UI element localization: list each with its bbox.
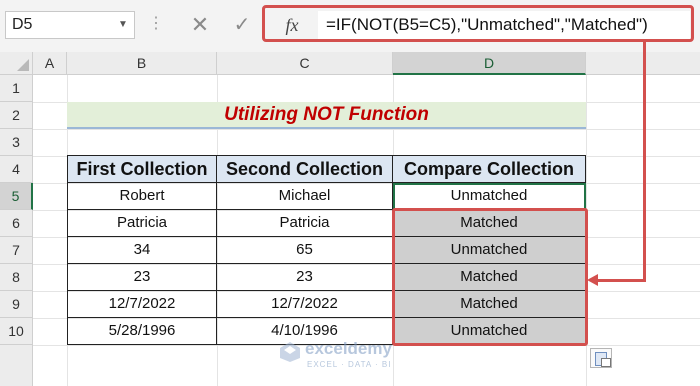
table-cell[interactable]: Robert	[67, 183, 217, 210]
table-cell[interactable]: Patricia	[67, 210, 217, 237]
table-cell[interactable]: 12/7/2022	[217, 291, 393, 318]
sheet-title[interactable]: Utilizing NOT Function	[67, 102, 586, 129]
table-cell[interactable]: Matched	[393, 291, 586, 318]
column-header-c[interactable]: C	[217, 52, 393, 75]
chevron-down-icon[interactable]: ▼	[116, 11, 130, 39]
row-header-1[interactable]: 1	[0, 75, 33, 102]
cancel-icon[interactable]: ✕	[180, 11, 220, 39]
row-header-10[interactable]: 10	[0, 318, 33, 345]
table-cell[interactable]: 65	[217, 237, 393, 264]
column-header-a[interactable]: A	[33, 52, 67, 75]
table-cell[interactable]: Unmatched	[393, 237, 586, 264]
selected-cell-d5[interactable]: Unmatched	[393, 183, 586, 210]
callout-connector	[597, 279, 646, 282]
table-cell[interactable]: 5/28/1996	[67, 318, 217, 345]
watermark-name: exceldemy	[305, 339, 392, 358]
watermark-logo-icon	[280, 342, 300, 362]
gridline	[586, 75, 587, 386]
callout-arrow-icon	[587, 274, 598, 286]
formula-bar-grip-icon: ⋮	[148, 15, 164, 32]
table-cell[interactable]: 23	[67, 264, 217, 291]
select-all-icon[interactable]	[0, 52, 33, 75]
row-header-4[interactable]: 4	[0, 156, 33, 183]
formula-bar-area: D5 ▼ ⋮ ✕ ✓ fx =IF(NOT(B5=C5),"Unmatched"…	[0, 0, 700, 53]
worksheet-grid: A B C D 1 2 3 4 5 6 7 8 9 10 Utilizing N…	[0, 52, 700, 386]
table-cell[interactable]: Patricia	[217, 210, 393, 237]
enter-icon[interactable]: ✓	[222, 11, 262, 39]
row-header-7[interactable]: 7	[0, 237, 33, 264]
row-header-2[interactable]: 2	[0, 102, 33, 129]
row-header-11[interactable]	[0, 345, 33, 386]
table-cell[interactable]: Michael	[217, 183, 393, 210]
paste-options-icon[interactable]	[590, 348, 612, 368]
callout-connector	[643, 42, 646, 282]
row-header-8[interactable]: 8	[0, 264, 33, 291]
row-header-6[interactable]: 6	[0, 210, 33, 237]
formula-highlight-box	[262, 5, 694, 42]
table-header-second-collection[interactable]: Second Collection	[217, 155, 393, 183]
row-header-5[interactable]: 5	[0, 183, 33, 210]
watermark: exceldemy EXCEL · DATA · BI	[279, 339, 429, 379]
table-header-compare-collection[interactable]: Compare Collection	[393, 155, 586, 183]
table-cell[interactable]: 12/7/2022	[67, 291, 217, 318]
table-cell[interactable]: Matched	[393, 264, 586, 291]
gridline	[33, 129, 700, 130]
table-cell[interactable]: 34	[67, 237, 217, 264]
table-cell[interactable]: Matched	[393, 210, 586, 237]
table-cell[interactable]: 23	[217, 264, 393, 291]
row-header-3[interactable]: 3	[0, 129, 33, 156]
column-header-b[interactable]: B	[67, 52, 217, 75]
table-header-first-collection[interactable]: First Collection	[67, 155, 217, 183]
row-header-9[interactable]: 9	[0, 291, 33, 318]
column-header-d[interactable]: D	[393, 52, 586, 75]
watermark-tagline: EXCEL · DATA · BI	[307, 360, 392, 369]
